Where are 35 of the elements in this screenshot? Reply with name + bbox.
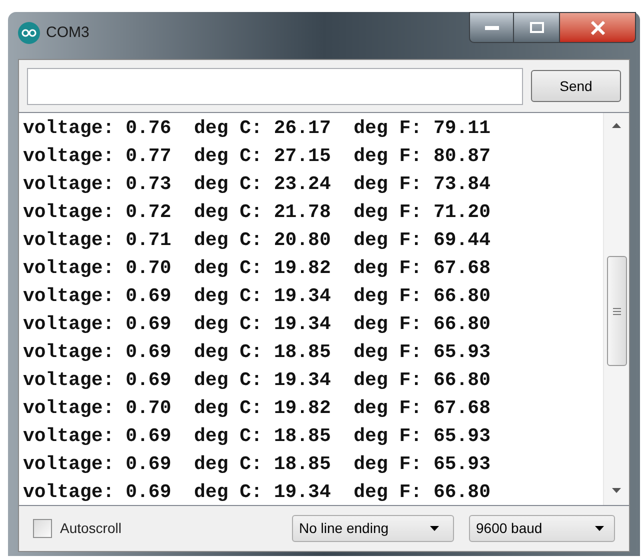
serial-output-line: voltage: 0.73 deg C: 23.24 deg F: 73.84 <box>23 172 492 197</box>
autoscroll-label[interactable]: Autoscroll <box>60 518 122 539</box>
serial-output-line: voltage: 0.70 deg C: 19.82 deg F: 67.68 <box>23 256 492 281</box>
autoscroll-checkbox[interactable]: Autoscroll <box>33 518 122 539</box>
serial-output-line: voltage: 0.76 deg C: 26.17 deg F: 79.11 <box>23 116 492 141</box>
baud-rate-dropdown[interactable]: 9600 baud <box>469 515 615 542</box>
send-button[interactable]: Send <box>531 70 621 102</box>
input-field[interactable] <box>27 68 523 104</box>
close-icon <box>590 20 606 34</box>
grip-icon <box>612 308 620 314</box>
caret-icon <box>430 526 439 531</box>
checkbox[interactable] <box>33 519 52 538</box>
caret-icon <box>595 526 604 531</box>
window-title: COM3 <box>46 23 90 43</box>
serial-output-line: voltage: 0.69 deg C: 18.85 deg F: 65.93 <box>23 452 492 477</box>
maximize-icon <box>530 22 544 33</box>
line-ending-dropdown[interactable]: No line ending <box>292 515 454 542</box>
minimize-icon <box>484 26 498 30</box>
minimize-button[interactable] <box>469 12 514 43</box>
serial-output-line: voltage: 0.69 deg C: 18.85 deg F: 65.93 <box>23 340 492 365</box>
serial-output-line: voltage: 0.69 deg C: 19.34 deg F: 66.80 <box>23 480 492 505</box>
serial-output-line: voltage: 0.69 deg C: 19.34 deg F: 66.80 <box>23 284 492 309</box>
close-button[interactable] <box>559 12 636 43</box>
serial-output-line: voltage: 0.71 deg C: 20.80 deg F: 69.44 <box>23 228 492 253</box>
maximize-button[interactable] <box>514 12 559 43</box>
serial-output-line: voltage: 0.69 deg C: 19.34 deg F: 66.80 <box>23 368 492 393</box>
serial-output-line: voltage: 0.72 deg C: 21.78 deg F: 71.20 <box>23 200 492 225</box>
serial-output-line: voltage: 0.77 deg C: 27.15 deg F: 80.87 <box>23 144 492 169</box>
scroll-up-icon[interactable] <box>612 123 621 128</box>
app-logo-icon <box>18 22 40 44</box>
scroll-down-icon[interactable] <box>612 488 621 493</box>
scrollbar-thumb[interactable] <box>606 256 626 366</box>
serial-output-line: voltage: 0.69 deg C: 18.85 deg F: 65.93 <box>23 424 492 449</box>
serial-output-line: voltage: 0.70 deg C: 19.82 deg F: 67.68 <box>23 396 492 421</box>
serial-output-line: voltage: 0.69 deg C: 19.34 deg F: 66.80 <box>23 312 492 337</box>
